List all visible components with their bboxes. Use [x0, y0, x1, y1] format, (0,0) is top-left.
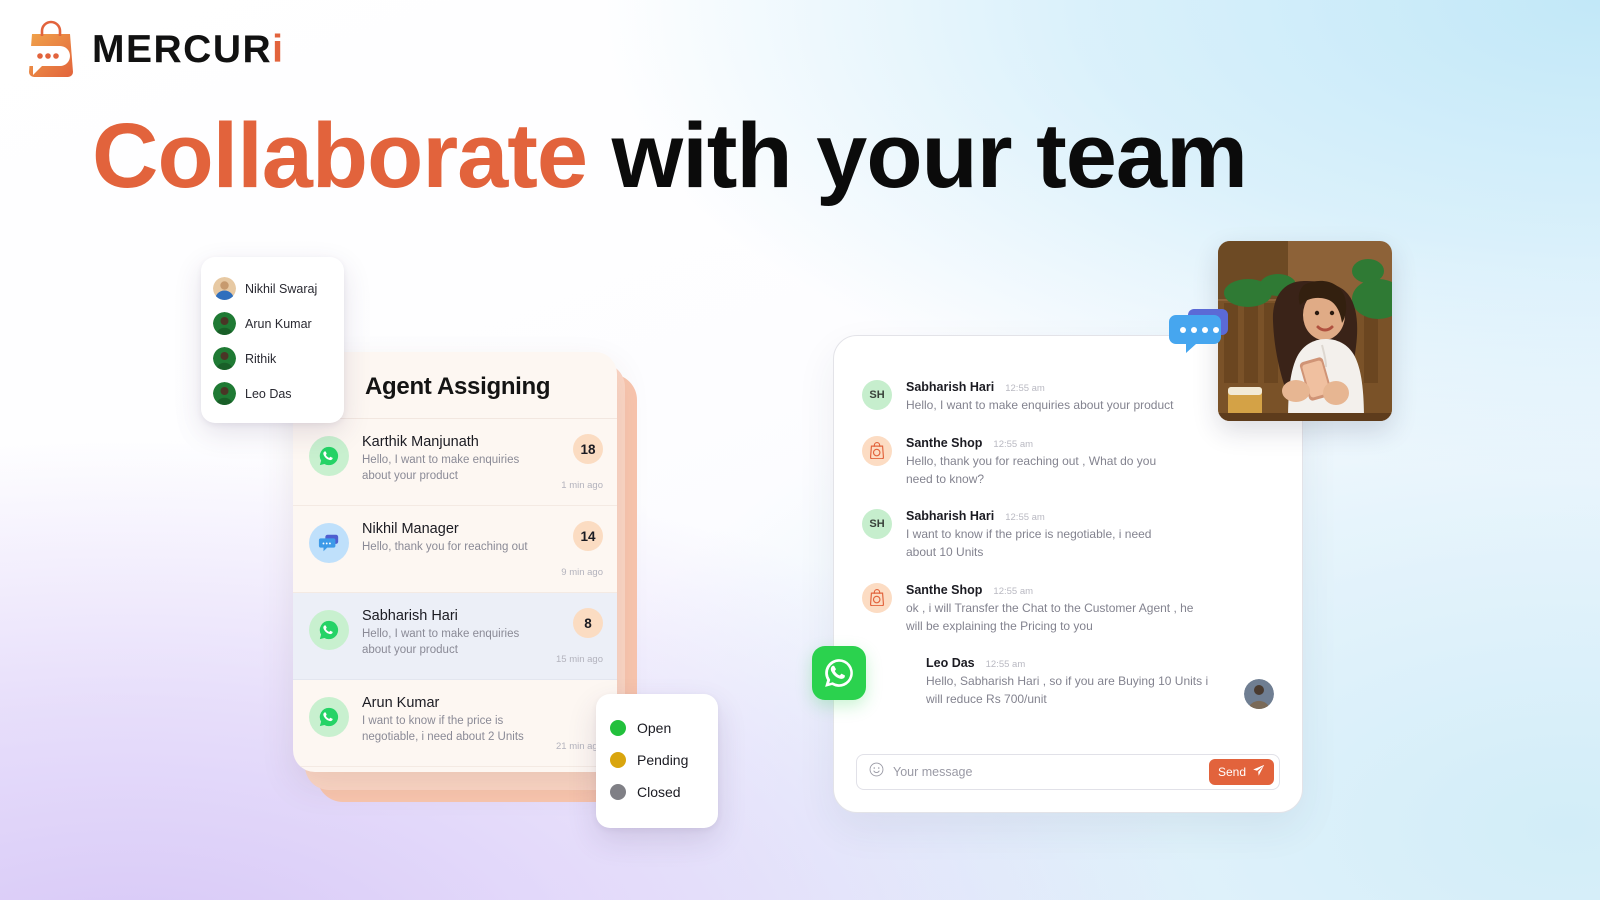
chat-item-time: 9 min ago [561, 567, 603, 578]
smiley-icon[interactable] [869, 762, 884, 782]
chat-item-message: Hello, I want to make enquiries about yo… [362, 454, 520, 482]
headline-accent: Collaborate [92, 105, 588, 207]
agent-list-item[interactable]: Arun Kumar [201, 306, 344, 341]
chat-item-message: Hello, I want to make enquiries about yo… [362, 628, 520, 656]
paper-plane-icon [1252, 764, 1265, 780]
send-button[interactable]: Send [1208, 759, 1274, 785]
message-sender: Santhe Shop [906, 435, 983, 450]
message-time: 12:55 am [993, 585, 1034, 597]
whatsapp-icon [309, 436, 349, 476]
brand-logo: MERCURi [20, 20, 285, 78]
avatar [213, 312, 236, 335]
status-option-pending[interactable]: Pending [596, 744, 718, 776]
chat-item-name: Arun Kumar [362, 695, 440, 711]
avatar [213, 382, 236, 405]
brand-name: MERCURi [92, 30, 285, 69]
avatar [1244, 678, 1274, 709]
status-dot-closed [610, 784, 626, 800]
shopping-bag-chat-logo-icon [20, 20, 78, 78]
agent-list-item[interactable]: Leo Das [201, 376, 344, 411]
avatar-initials: SH [862, 380, 892, 410]
unread-badge: 14 [573, 521, 603, 551]
whatsapp-icon[interactable] [812, 646, 866, 700]
message-text: ok , i will Transfer the Chat to the Cus… [906, 600, 1194, 633]
chat-item-name: Nikhil Manager [362, 521, 459, 537]
status-option-closed[interactable]: Closed [596, 776, 718, 808]
agent-assigning-stack: Agent Assigning Karthik Manjunath Hello,… [293, 352, 637, 802]
message-time: 12:55 am [1005, 383, 1045, 394]
brand-name-accent: i [272, 27, 285, 71]
message-row-outgoing: Leo Das 12:55 am Hello, Sabharish Hari ,… [862, 656, 1274, 709]
status-label: Open [637, 720, 672, 736]
chat-item-name: Sabharish Hari [362, 608, 458, 624]
message-row: SH Sabharish Hari 12:55 am I want to kno… [862, 509, 1274, 562]
chat-list-item[interactable]: Arun Kumar I want to know if the price i… [293, 680, 617, 767]
whatsapp-icon [309, 610, 349, 650]
status-dot-pending [610, 752, 626, 768]
message-time: 12:55 am [993, 438, 1034, 450]
message-text: Hello, thank you for reaching out , What… [906, 453, 1157, 486]
message-row: SH Sabharish Hari 12:55 am Hello, I want… [862, 380, 1274, 415]
status-legend-dropdown[interactable]: Open Pending Closed [596, 694, 718, 828]
avatar [213, 347, 236, 370]
agent-list-item[interactable]: Nikhil Swaraj [201, 271, 344, 306]
chat-item-name: Karthik Manjunath [362, 434, 479, 450]
status-dot-open [610, 720, 626, 736]
chat-list-item[interactable]: Karthik Manjunath Hello, I want to make … [293, 419, 617, 506]
agent-list-item[interactable]: Rithik [201, 341, 344, 376]
message-row: Santhe Shop 12:55 am ok , i will Transfe… [862, 582, 1274, 636]
message-row: Santhe Shop 12:55 am Hello, thank you fo… [862, 435, 1274, 489]
avatar-initials: SH [862, 509, 892, 540]
message-sender: Sabharish Hari [906, 509, 995, 524]
shop-logo-icon [862, 582, 892, 613]
message-input-placeholder[interactable]: Your message [893, 765, 1200, 779]
unread-badge: 8 [573, 608, 603, 638]
message-time: 12:55 am [1005, 512, 1045, 524]
chat-list-item-selected[interactable]: Sabharish Hari Hello, I want to make enq… [293, 593, 617, 680]
unread-badge: 18 [573, 434, 603, 464]
message-text: Hello, I want to make enquiries about yo… [906, 398, 1174, 412]
page-title: Collaborate with your team [92, 108, 1512, 205]
headline-rest: with your team [611, 105, 1248, 207]
message-text: I want to know if the price is negotiabl… [906, 527, 1152, 559]
brand-name-main: MERCUR [92, 27, 273, 71]
agents-dropdown[interactable]: Nikhil Swaraj Arun Kumar Rithik Leo Das [201, 257, 344, 423]
shop-logo-icon [862, 435, 892, 466]
agent-name: Rithik [245, 351, 277, 366]
chat-item-time: 15 min ago [555, 654, 603, 665]
message-sender: Leo Das [926, 656, 975, 671]
woman-with-phone-photo [1218, 241, 1392, 421]
whatsapp-icon [309, 697, 349, 737]
status-option-open[interactable]: Open [596, 712, 718, 744]
chat-item-message: Hello, thank you for reaching out [362, 541, 528, 553]
message-input-box[interactable]: Your message Send [856, 754, 1280, 790]
avatar [213, 277, 236, 300]
double-chat-bubble-icon [1168, 307, 1234, 363]
message-text: Hello, Sabharish Hari , so if you are Bu… [926, 674, 1209, 706]
status-label: Pending [637, 752, 689, 768]
message-sender: Sabharish Hari [906, 380, 995, 394]
chat-bubble-icon [309, 523, 349, 563]
chat-item-time: 1 min ago [561, 480, 603, 491]
chat-item-message: I want to know if the price is negotiabl… [362, 715, 524, 743]
agent-name: Arun Kumar [245, 316, 312, 331]
message-time: 12:55 am [985, 659, 1026, 671]
message-sender: Santhe Shop [906, 582, 983, 597]
message-composer: Your message Send [856, 754, 1280, 790]
chat-list-item[interactable]: Nikhil Manager Hello, thank you for reac… [293, 506, 617, 593]
agent-name: Leo Das [245, 386, 292, 401]
status-label: Closed [637, 784, 681, 800]
send-button-label: Send [1217, 765, 1246, 779]
agent-name: Nikhil Swaraj [245, 281, 318, 296]
